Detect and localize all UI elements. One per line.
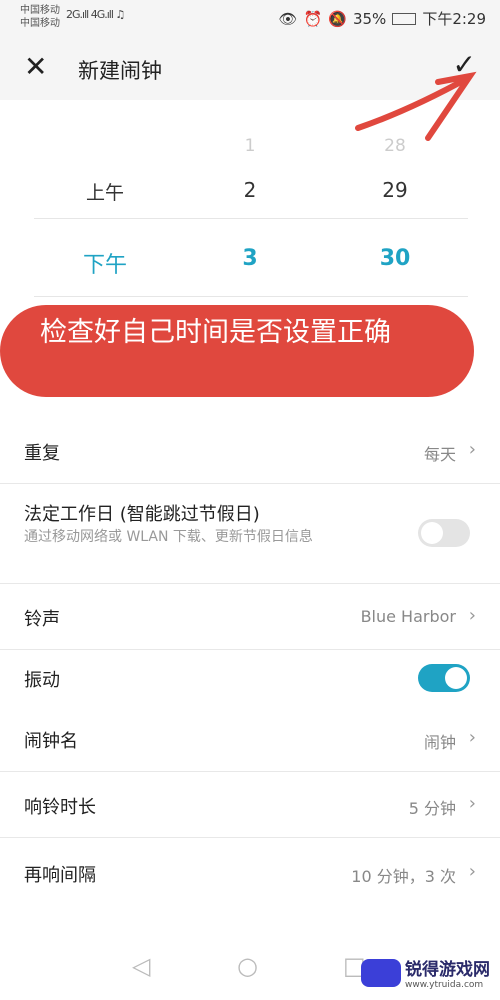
workday-row[interactable]: 法定工作日 (智能跳过节假日) 通过移动网络或 WLAN 下载、更新节假日信息 — [0, 484, 500, 584]
snooze-row[interactable]: 再响间隔 10 分钟，3 次 › — [0, 838, 500, 904]
watermark-logo: 锐得游戏网 www.ytruida.com — [361, 955, 490, 990]
divider — [34, 218, 468, 219]
picker-minute-selected[interactable]: 30 — [345, 246, 445, 271]
vibrate-row[interactable]: 振动 — [0, 650, 500, 706]
alarm-name-row[interactable]: 闹钟名 闹钟 › — [0, 706, 500, 772]
picker-pm[interactable]: 下午 — [55, 247, 155, 279]
eye-icon: 👁 — [278, 9, 298, 28]
picker-hour[interactable]: 2 — [200, 178, 300, 202]
chevron-right-icon: › — [468, 439, 476, 460]
vibrate-toggle[interactable] — [418, 664, 470, 692]
repeat-row[interactable]: 重复 每天 › — [0, 418, 500, 484]
carrier-info: 中国移动 中国移动 — [20, 5, 60, 29]
signal-icon: 2G.ıll 4G.ıll ♫ — [66, 8, 125, 21]
close-icon[interactable]: ✕ — [24, 50, 47, 83]
chevron-right-icon: › — [468, 605, 476, 626]
workday-toggle[interactable] — [418, 519, 470, 547]
back-icon[interactable]: ◁ — [132, 952, 150, 980]
chevron-right-icon: › — [468, 861, 476, 882]
annotation-banner: 检查好自己时间是否设置正确 — [0, 305, 474, 397]
duration-row[interactable]: 响铃时长 5 分钟 › — [0, 772, 500, 838]
picker-minute[interactable]: 28 — [345, 136, 445, 156]
picker-hour-selected[interactable]: 3 — [200, 246, 300, 271]
picker-minute[interactable]: 29 — [345, 178, 445, 202]
ringtone-row[interactable]: 铃声 Blue Harbor › — [0, 584, 500, 650]
chevron-right-icon: › — [468, 793, 476, 814]
home-icon[interactable]: ○ — [237, 952, 258, 980]
chevron-right-icon: › — [468, 727, 476, 748]
clock: 下午2:29 — [422, 10, 486, 28]
picker-am[interactable]: 上午 — [55, 178, 155, 205]
battery-icon — [392, 12, 417, 25]
mute-icon: 🔕 — [328, 9, 347, 28]
status-bar: 中国移动 中国移动 2G.ıll 4G.ıll ♫ 👁 ⏰ 🔕 35% 下午2:… — [0, 0, 500, 36]
alarm-icon: ⏰ — [303, 9, 323, 28]
picker-hour[interactable]: 1 — [200, 136, 300, 156]
divider — [34, 296, 468, 297]
battery-percent: 35% — [352, 9, 387, 28]
page-title: 新建闹钟 — [78, 59, 162, 83]
